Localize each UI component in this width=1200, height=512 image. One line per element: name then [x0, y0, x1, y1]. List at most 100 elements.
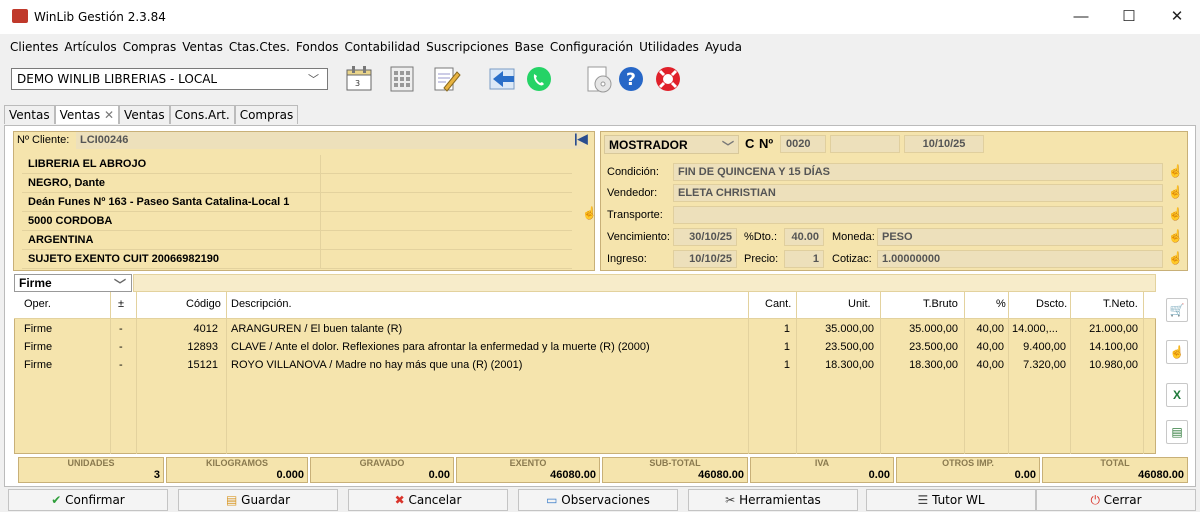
table-cell[interactable]: ROYO VILLANOVA / Madre no hay más que un…: [231, 359, 522, 371]
column-tbruto[interactable]: T.Bruto: [923, 298, 958, 310]
calendar-icon[interactable]: 3: [343, 64, 375, 94]
column-tneto[interactable]: T.Neto.: [1103, 298, 1138, 310]
column-codigo[interactable]: Código: [186, 298, 221, 310]
back-arrow-icon[interactable]: [487, 64, 519, 94]
close-button[interactable]: ⏻ Cerrar: [1036, 489, 1196, 511]
column-descripcion[interactable]: Descripción.: [231, 298, 292, 310]
table-cell[interactable]: 1: [770, 359, 790, 371]
invoice-extra-field[interactable]: [830, 135, 900, 153]
first-record-icon[interactable]: |◀: [574, 131, 588, 147]
document-cd-icon[interactable]: [583, 64, 615, 94]
table-cell[interactable]: Firme: [24, 359, 52, 371]
menu-ventas[interactable]: Ventas: [179, 38, 226, 56]
close-window-button[interactable]: ✕: [1162, 6, 1192, 28]
table-cell[interactable]: Firme: [24, 323, 52, 335]
menu-utilidades[interactable]: Utilidades: [636, 38, 702, 56]
hand-pointer-icon[interactable]: ☝: [1168, 229, 1183, 243]
menu-fondos[interactable]: Fondos: [293, 38, 342, 56]
table-cell[interactable]: 18.300,00: [884, 359, 958, 371]
moneda-field[interactable]: PESO: [877, 228, 1163, 246]
column-unit[interactable]: Unit.: [848, 298, 871, 310]
table-cell[interactable]: Firme: [24, 341, 52, 353]
hand-pointer-icon[interactable]: ☝: [1168, 251, 1183, 265]
column-percent[interactable]: %: [996, 298, 1006, 310]
client-number-field[interactable]: LCI00246: [76, 132, 585, 149]
descuento-field[interactable]: 40.00: [784, 228, 824, 246]
menu-compras[interactable]: Compras: [120, 38, 180, 56]
table-cell[interactable]: 40,00: [968, 359, 1004, 371]
condicion-field[interactable]: FIN DE QUINCENA Y 15 DÍAS: [673, 163, 1163, 181]
calculator-icon[interactable]: [386, 64, 418, 94]
table-cell[interactable]: 7.320,00: [1012, 359, 1066, 371]
hand-pointer-icon[interactable]: ☝: [1168, 164, 1183, 178]
whatsapp-icon[interactable]: [523, 64, 555, 94]
archive-icon[interactable]: ▤: [1166, 420, 1188, 444]
invoice-date-field[interactable]: 10/10/25: [904, 135, 984, 153]
table-cell[interactable]: 14.100,00: [1074, 341, 1138, 353]
vencimiento-field[interactable]: 30/10/25: [673, 228, 737, 246]
hand-pointer-icon[interactable]: ☝: [1168, 185, 1183, 199]
tab-ventas-3[interactable]: Ventas: [119, 105, 170, 124]
column-cant[interactable]: Cant.: [765, 298, 791, 310]
table-cell[interactable]: 21.000,00: [1074, 323, 1138, 335]
menu-ctas-ctes[interactable]: Ctas.Ctes.: [226, 38, 293, 56]
cancel-button[interactable]: ✖ Cancelar: [348, 489, 508, 511]
table-cell[interactable]: 15121: [160, 359, 218, 371]
table-cell[interactable]: 4012: [160, 323, 218, 335]
confirm-button[interactable]: ✔ Confirmar: [8, 489, 168, 511]
column-oper[interactable]: Oper.: [24, 298, 51, 310]
table-cell[interactable]: -: [119, 359, 123, 371]
table-cell[interactable]: -: [119, 323, 123, 335]
tab-ventas-1[interactable]: Ventas: [4, 105, 55, 124]
table-cell[interactable]: 35.000,00: [800, 323, 874, 335]
point-of-sale-select[interactable]: MOSTRADOR ﹀: [604, 135, 739, 154]
table-cell[interactable]: 40,00: [968, 323, 1004, 335]
menu-base[interactable]: Base: [512, 38, 547, 56]
table-cell[interactable]: 12893: [160, 341, 218, 353]
vendedor-field[interactable]: ELETA CHRISTIAN: [673, 184, 1163, 202]
table-cell[interactable]: 23.500,00: [800, 341, 874, 353]
excel-icon[interactable]: X: [1166, 383, 1188, 407]
tab-compras[interactable]: Compras: [234, 105, 299, 124]
database-select[interactable]: DEMO WINLIB LIBRERIAS - LOCAL ﹀: [11, 68, 328, 90]
column-dscto[interactable]: Dscto.: [1036, 298, 1067, 310]
table-cell[interactable]: 1: [770, 323, 790, 335]
hand-pointer-icon[interactable]: ☝: [582, 206, 597, 220]
table-cell[interactable]: 23.500,00: [884, 341, 958, 353]
menu-configuracion[interactable]: Configuración: [547, 38, 636, 56]
menu-ayuda[interactable]: Ayuda: [702, 38, 745, 56]
menu-articulos[interactable]: Artículos: [61, 38, 119, 56]
tab-close-icon[interactable]: ✕: [104, 108, 114, 122]
notepad-edit-icon[interactable]: [430, 64, 462, 94]
table-cell[interactable]: 1: [770, 341, 790, 353]
table-cell[interactable]: 14.000,...: [1012, 323, 1058, 335]
minimize-button[interactable]: —: [1066, 6, 1096, 28]
lifebuoy-icon[interactable]: [652, 64, 684, 94]
table-cell[interactable]: ARANGUREN / El buen talante (R): [231, 323, 402, 335]
column-sign[interactable]: ±: [118, 298, 124, 310]
table-cell[interactable]: 10.980,00: [1074, 359, 1138, 371]
help-icon[interactable]: ?: [615, 64, 647, 94]
hand-pointer-icon[interactable]: ☝: [1168, 207, 1183, 221]
tab-cons-art[interactable]: Cons.Art.: [169, 105, 235, 124]
table-cell[interactable]: -: [119, 341, 123, 353]
precio-field[interactable]: 1: [784, 250, 824, 268]
cotizacion-field[interactable]: 1.00000000: [877, 250, 1163, 268]
transporte-field[interactable]: [673, 206, 1163, 224]
tab-ventas-active[interactable]: Ventas ✕: [54, 105, 120, 124]
table-cell[interactable]: 9.400,00: [1012, 341, 1066, 353]
tutor-button[interactable]: ☰ Tutor WL: [866, 489, 1036, 511]
tools-button[interactable]: ✂ Herramientas: [688, 489, 858, 511]
table-cell[interactable]: 18.300,00: [800, 359, 874, 371]
table-cell[interactable]: CLAVE / Ante el dolor. Reflexiones para …: [231, 341, 650, 353]
hand-pointer-icon[interactable]: ☝: [1166, 340, 1188, 364]
observations-button[interactable]: ▭ Observaciones: [518, 489, 678, 511]
menu-clientes[interactable]: Clientes: [7, 38, 61, 56]
table-cell[interactable]: 35.000,00: [884, 323, 958, 335]
menu-contabilidad[interactable]: Contabilidad: [342, 38, 424, 56]
menu-suscripciones[interactable]: Suscripciones: [423, 38, 511, 56]
cart-icon[interactable]: 🛒: [1166, 298, 1188, 322]
table-cell[interactable]: 40,00: [968, 341, 1004, 353]
ingreso-field[interactable]: 10/10/25: [673, 250, 737, 268]
save-button[interactable]: ▤ Guardar: [178, 489, 338, 511]
